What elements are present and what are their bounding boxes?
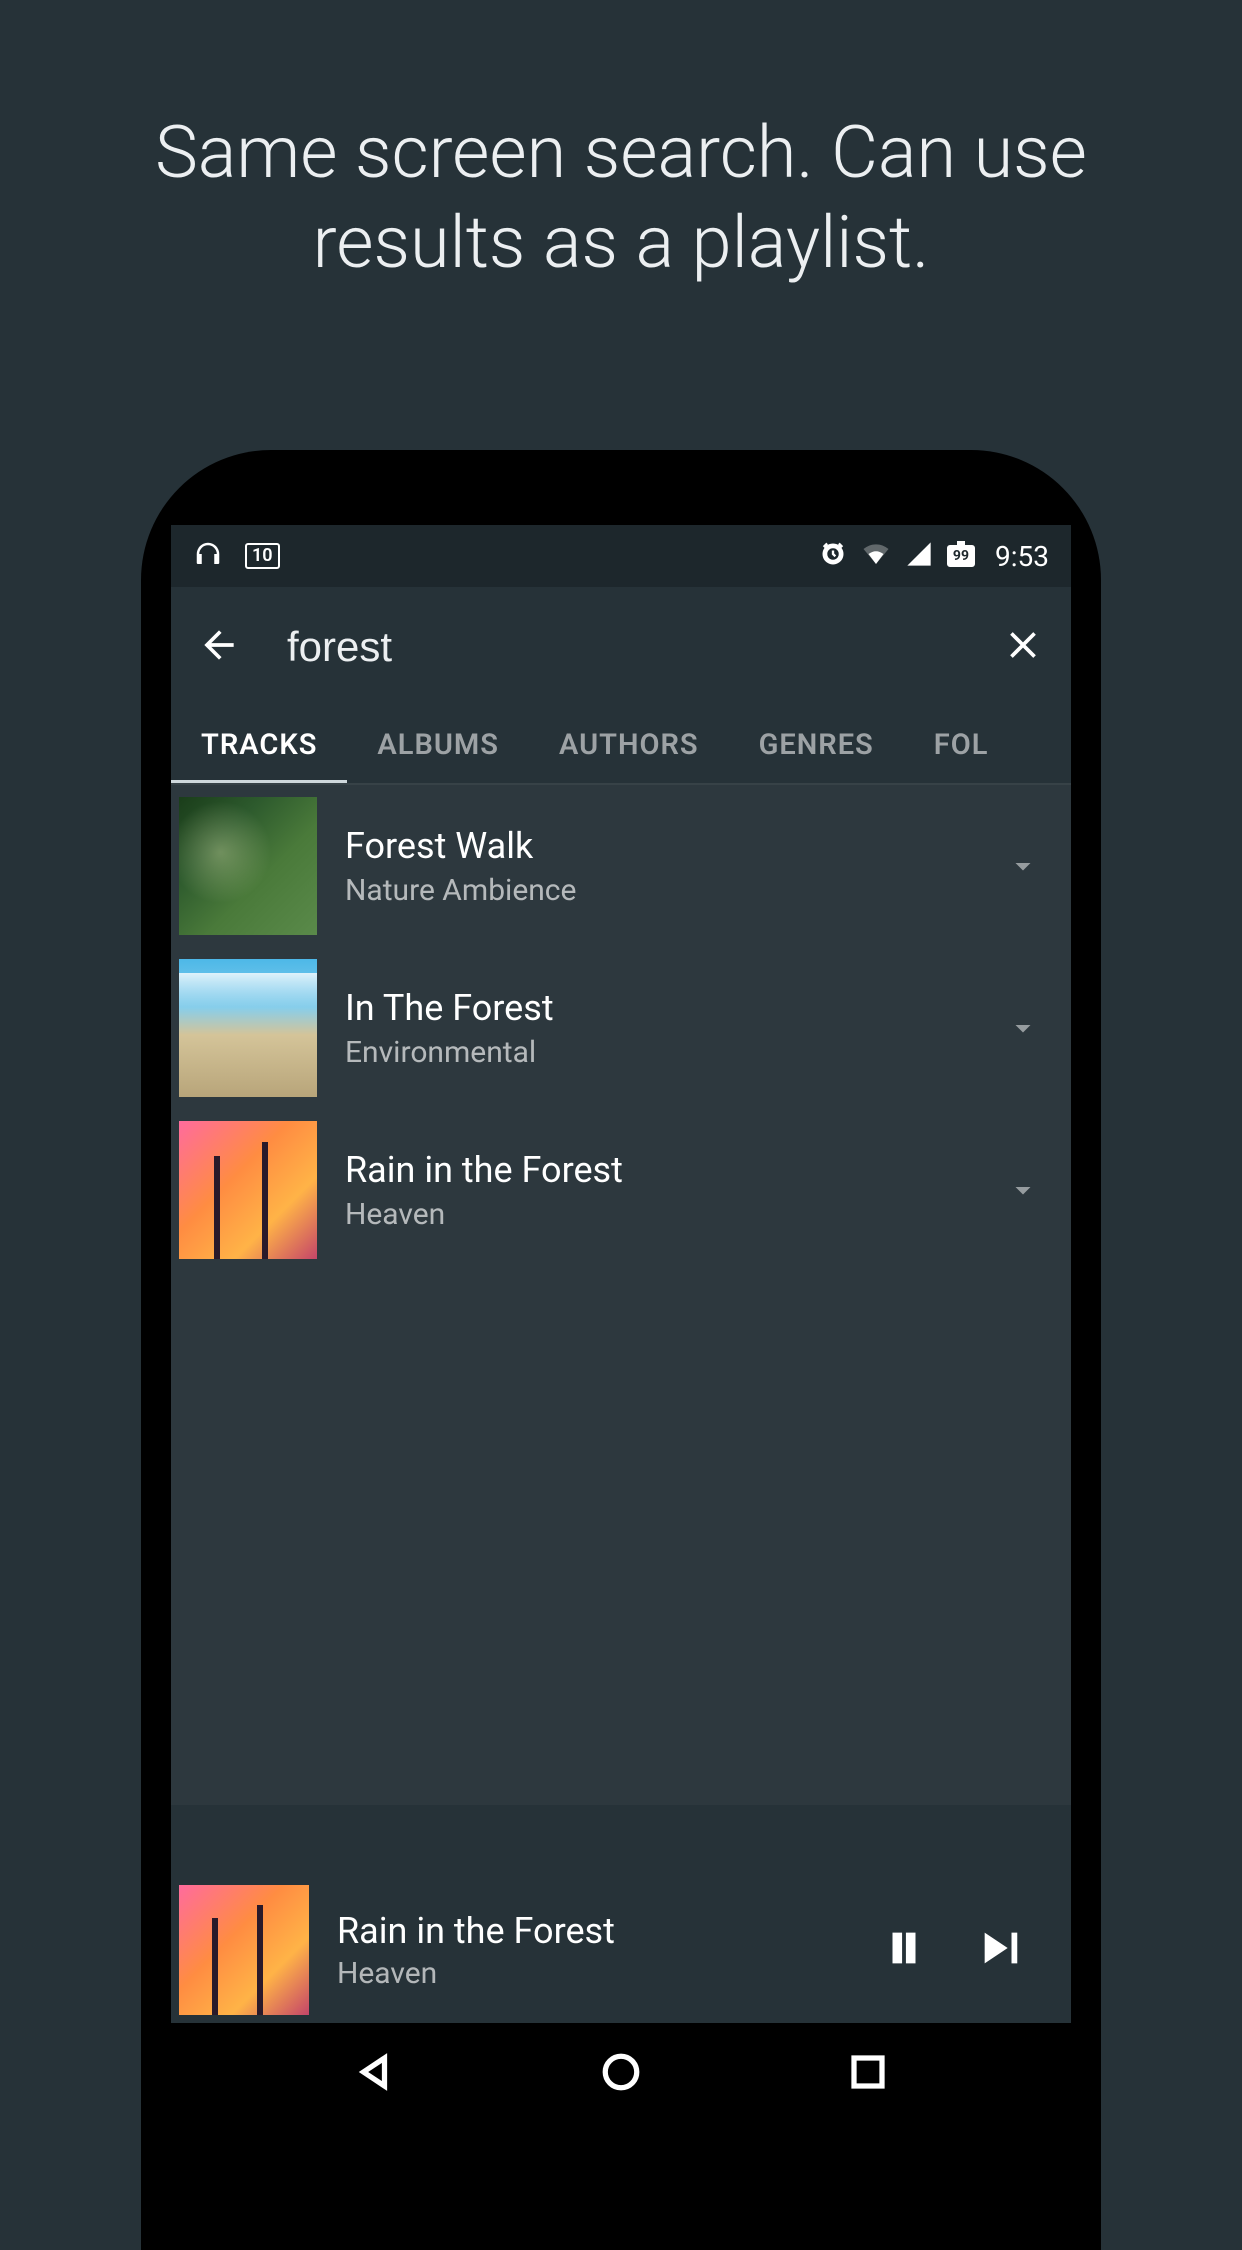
back-button[interactable] xyxy=(197,623,241,671)
nav-home-icon[interactable] xyxy=(600,2051,642,2097)
player-track-title: Rain in the Forest xyxy=(337,1910,853,1952)
track-title: Rain in the Forest xyxy=(345,1149,975,1191)
track-row[interactable]: Rain in the Forest Heaven xyxy=(171,1109,1071,1271)
calendar-icon: 10 xyxy=(245,543,280,569)
search-input[interactable] xyxy=(287,623,955,671)
track-artist: Environmental xyxy=(345,1035,975,1070)
battery-icon: 99 xyxy=(947,545,975,567)
player-cover xyxy=(179,1885,309,2015)
screen: 10 99 9:53 xyxy=(171,525,1071,2125)
tab-tracks[interactable]: TRACKS xyxy=(171,707,347,783)
track-row[interactable]: In The Forest Environmental xyxy=(171,947,1071,1109)
track-title: In The Forest xyxy=(345,987,975,1029)
headphones-icon xyxy=(193,539,223,573)
chevron-down-icon[interactable] xyxy=(1003,848,1063,884)
track-title: Forest Walk xyxy=(345,825,975,867)
tab-authors[interactable]: AUTHORS xyxy=(529,707,729,783)
signal-icon xyxy=(905,540,933,572)
chevron-down-icon[interactable] xyxy=(1003,1010,1063,1046)
status-bar: 10 99 9:53 xyxy=(171,525,1071,587)
now-playing-bar[interactable]: Rain in the Forest Heaven xyxy=(171,1877,1071,2023)
search-bar xyxy=(171,587,1071,707)
next-button[interactable] xyxy=(977,1925,1023,1975)
track-cover xyxy=(179,959,317,1097)
track-artist: Heaven xyxy=(345,1197,975,1232)
status-time: 9:53 xyxy=(995,540,1049,573)
track-row[interactable]: Forest Walk Nature Ambience xyxy=(171,785,1071,947)
track-list[interactable]: Forest Walk Nature Ambience In The Forest E… xyxy=(171,785,1071,1805)
android-navbar xyxy=(171,2023,1071,2125)
alarm-icon xyxy=(819,540,847,572)
tabs: TRACKSALBUMSAUTHORSGENRESFOL xyxy=(171,707,1071,785)
pause-button[interactable] xyxy=(881,1925,927,1975)
track-artist: Nature Ambience xyxy=(345,873,975,908)
promo-headline: Same screen search. Can use results as a… xyxy=(0,108,1242,288)
tab-fol[interactable]: FOL xyxy=(904,707,1019,783)
track-cover xyxy=(179,1121,317,1259)
tab-albums[interactable]: ALBUMS xyxy=(347,707,529,783)
track-cover xyxy=(179,797,317,935)
nav-back-icon[interactable] xyxy=(353,2051,395,2097)
clear-button[interactable] xyxy=(1001,623,1045,671)
device-frame: 10 99 9:53 xyxy=(141,450,1101,2250)
chevron-down-icon[interactable] xyxy=(1003,1172,1063,1208)
player-track-artist: Heaven xyxy=(337,1956,853,1991)
wifi-icon xyxy=(861,540,891,572)
nav-recent-icon[interactable] xyxy=(847,2051,889,2097)
tab-genres[interactable]: GENRES xyxy=(729,707,904,783)
